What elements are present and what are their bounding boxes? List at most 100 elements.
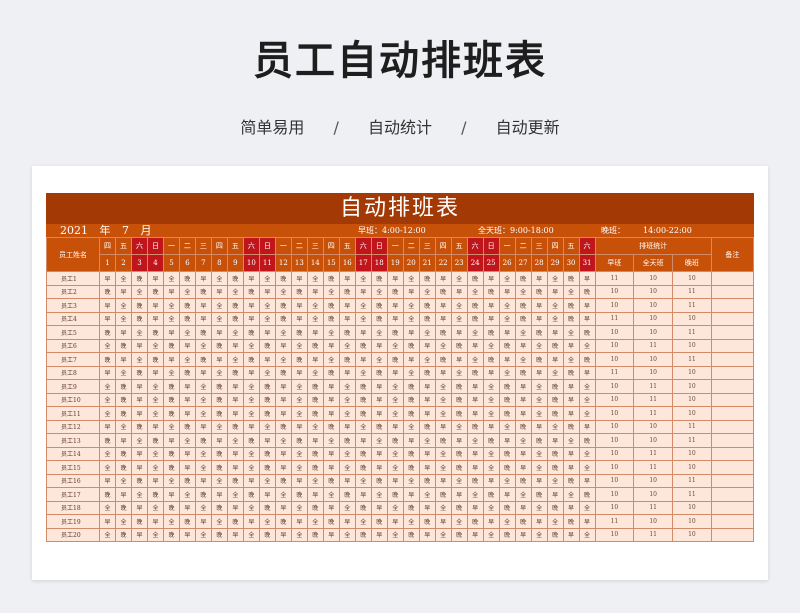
shift-cell[interactable]: 全	[546, 514, 564, 529]
shift-cell[interactable]: 晚	[370, 365, 388, 380]
shift-cell[interactable]: 早	[194, 419, 212, 434]
shift-cell[interactable]: 全	[290, 500, 308, 515]
shift-cell[interactable]: 早	[226, 406, 244, 421]
shift-cell[interactable]: 晚	[226, 271, 244, 286]
shift-cell[interactable]: 晚	[562, 514, 580, 529]
shift-cell[interactable]: 早	[226, 446, 244, 461]
shift-cell[interactable]: 早	[130, 446, 148, 461]
shift-cell[interactable]: 全	[450, 311, 468, 326]
shift-cell[interactable]: 全	[146, 338, 164, 353]
shift-cell[interactable]: 晚	[578, 352, 596, 367]
shift-cell[interactable]: 早	[99, 311, 116, 326]
shift-cell[interactable]: 晚	[115, 379, 132, 394]
shift-cell[interactable]: 全	[274, 433, 292, 448]
shift-cell[interactable]: 晚	[210, 527, 228, 542]
shift-cell[interactable]: 全	[562, 352, 580, 367]
shift-cell[interactable]: 晚	[338, 284, 356, 299]
shift-cell[interactable]: 晚	[530, 433, 548, 448]
shift-cell[interactable]: 早	[450, 433, 468, 448]
shift-cell[interactable]: 早	[562, 446, 580, 461]
employee-name[interactable]: 员工18	[45, 500, 101, 515]
shift-cell[interactable]: 全	[322, 352, 340, 367]
shift-cell[interactable]: 全	[146, 446, 164, 461]
shift-cell[interactable]: 早	[130, 392, 148, 407]
shift-cell[interactable]: 早	[130, 406, 148, 421]
shift-cell[interactable]: 晚	[274, 514, 292, 529]
shift-cell[interactable]: 全	[482, 460, 500, 475]
shift-cell[interactable]: 早	[115, 487, 132, 502]
shift-cell[interactable]: 早	[290, 311, 308, 326]
shift-cell[interactable]: 晚	[498, 527, 516, 542]
shift-cell[interactable]: 早	[178, 527, 196, 542]
shift-cell[interactable]: 早	[418, 406, 436, 421]
shift-cell[interactable]: 全	[99, 446, 116, 461]
shift-cell[interactable]: 早	[578, 298, 596, 313]
shift-cell[interactable]: 晚	[370, 271, 388, 286]
shift-cell[interactable]: 全	[530, 460, 548, 475]
shift-cell[interactable]: 全	[578, 392, 596, 407]
shift-cell[interactable]: 早	[466, 392, 484, 407]
shift-cell[interactable]: 晚	[146, 487, 164, 502]
shift-cell[interactable]: 晚	[466, 514, 484, 529]
employee-name[interactable]: 员工17	[45, 487, 101, 502]
shift-cell[interactable]: 早	[290, 271, 308, 286]
shift-cell[interactable]: 早	[514, 500, 532, 515]
shift-cell[interactable]: 早	[354, 433, 372, 448]
shift-cell[interactable]: 晚	[498, 392, 516, 407]
shift-cell[interactable]: 早	[258, 284, 276, 299]
shift-cell[interactable]: 晚	[242, 325, 260, 340]
shift-cell[interactable]: 早	[530, 311, 548, 326]
shift-cell[interactable]: 早	[402, 433, 420, 448]
shift-cell[interactable]: 晚	[258, 460, 276, 475]
shift-cell[interactable]: 晚	[482, 433, 500, 448]
shift-cell[interactable]: 早	[226, 460, 244, 475]
shift-cell[interactable]: 早	[466, 500, 484, 515]
shift-cell[interactable]: 全	[482, 379, 500, 394]
shift-cell[interactable]: 全	[482, 446, 500, 461]
shift-cell[interactable]: 全	[354, 514, 372, 529]
shift-cell[interactable]: 晚	[386, 487, 404, 502]
shift-cell[interactable]: 晚	[242, 284, 260, 299]
shift-cell[interactable]: 晚	[258, 392, 276, 407]
shift-cell[interactable]: 全	[162, 419, 180, 434]
shift-cell[interactable]: 晚	[210, 392, 228, 407]
shift-cell[interactable]: 全	[386, 392, 404, 407]
shift-cell[interactable]: 晚	[386, 284, 404, 299]
shift-cell[interactable]: 早	[274, 446, 292, 461]
shift-cell[interactable]: 晚	[370, 514, 388, 529]
shift-cell[interactable]: 全	[482, 500, 500, 515]
remark-cell[interactable]	[710, 433, 755, 448]
shift-cell[interactable]: 早	[322, 527, 340, 542]
shift-cell[interactable]: 早	[274, 338, 292, 353]
shift-cell[interactable]: 早	[306, 487, 324, 502]
shift-cell[interactable]: 早	[498, 325, 516, 340]
shift-cell[interactable]: 早	[338, 419, 356, 434]
shift-cell[interactable]: 全	[338, 500, 356, 515]
shift-cell[interactable]: 全	[546, 365, 564, 380]
shift-cell[interactable]: 全	[162, 311, 180, 326]
shift-cell[interactable]: 全	[578, 406, 596, 421]
employee-name[interactable]: 员工5	[45, 325, 101, 340]
shift-cell[interactable]: 全	[530, 527, 548, 542]
employee-name[interactable]: 员工3	[45, 298, 101, 313]
shift-cell[interactable]: 早	[386, 419, 404, 434]
shift-cell[interactable]: 晚	[354, 406, 372, 421]
shift-cell[interactable]: 晚	[514, 514, 532, 529]
shift-cell[interactable]: 晚	[242, 433, 260, 448]
shift-cell[interactable]: 早	[418, 527, 436, 542]
shift-cell[interactable]: 早	[290, 298, 308, 313]
remark-cell[interactable]	[710, 392, 755, 407]
shift-cell[interactable]: 晚	[338, 487, 356, 502]
shift-cell[interactable]: 全	[338, 446, 356, 461]
shift-cell[interactable]: 晚	[130, 419, 148, 434]
shift-cell[interactable]: 晚	[482, 284, 500, 299]
shift-cell[interactable]: 早	[338, 298, 356, 313]
shift-cell[interactable]: 全	[338, 406, 356, 421]
shift-cell[interactable]: 全	[386, 338, 404, 353]
shift-cell[interactable]: 早	[466, 379, 484, 394]
shift-cell[interactable]: 晚	[306, 500, 324, 515]
shift-cell[interactable]: 早	[402, 487, 420, 502]
shift-cell[interactable]: 晚	[514, 271, 532, 286]
shift-cell[interactable]: 早	[578, 514, 596, 529]
shift-cell[interactable]: 晚	[402, 500, 420, 515]
